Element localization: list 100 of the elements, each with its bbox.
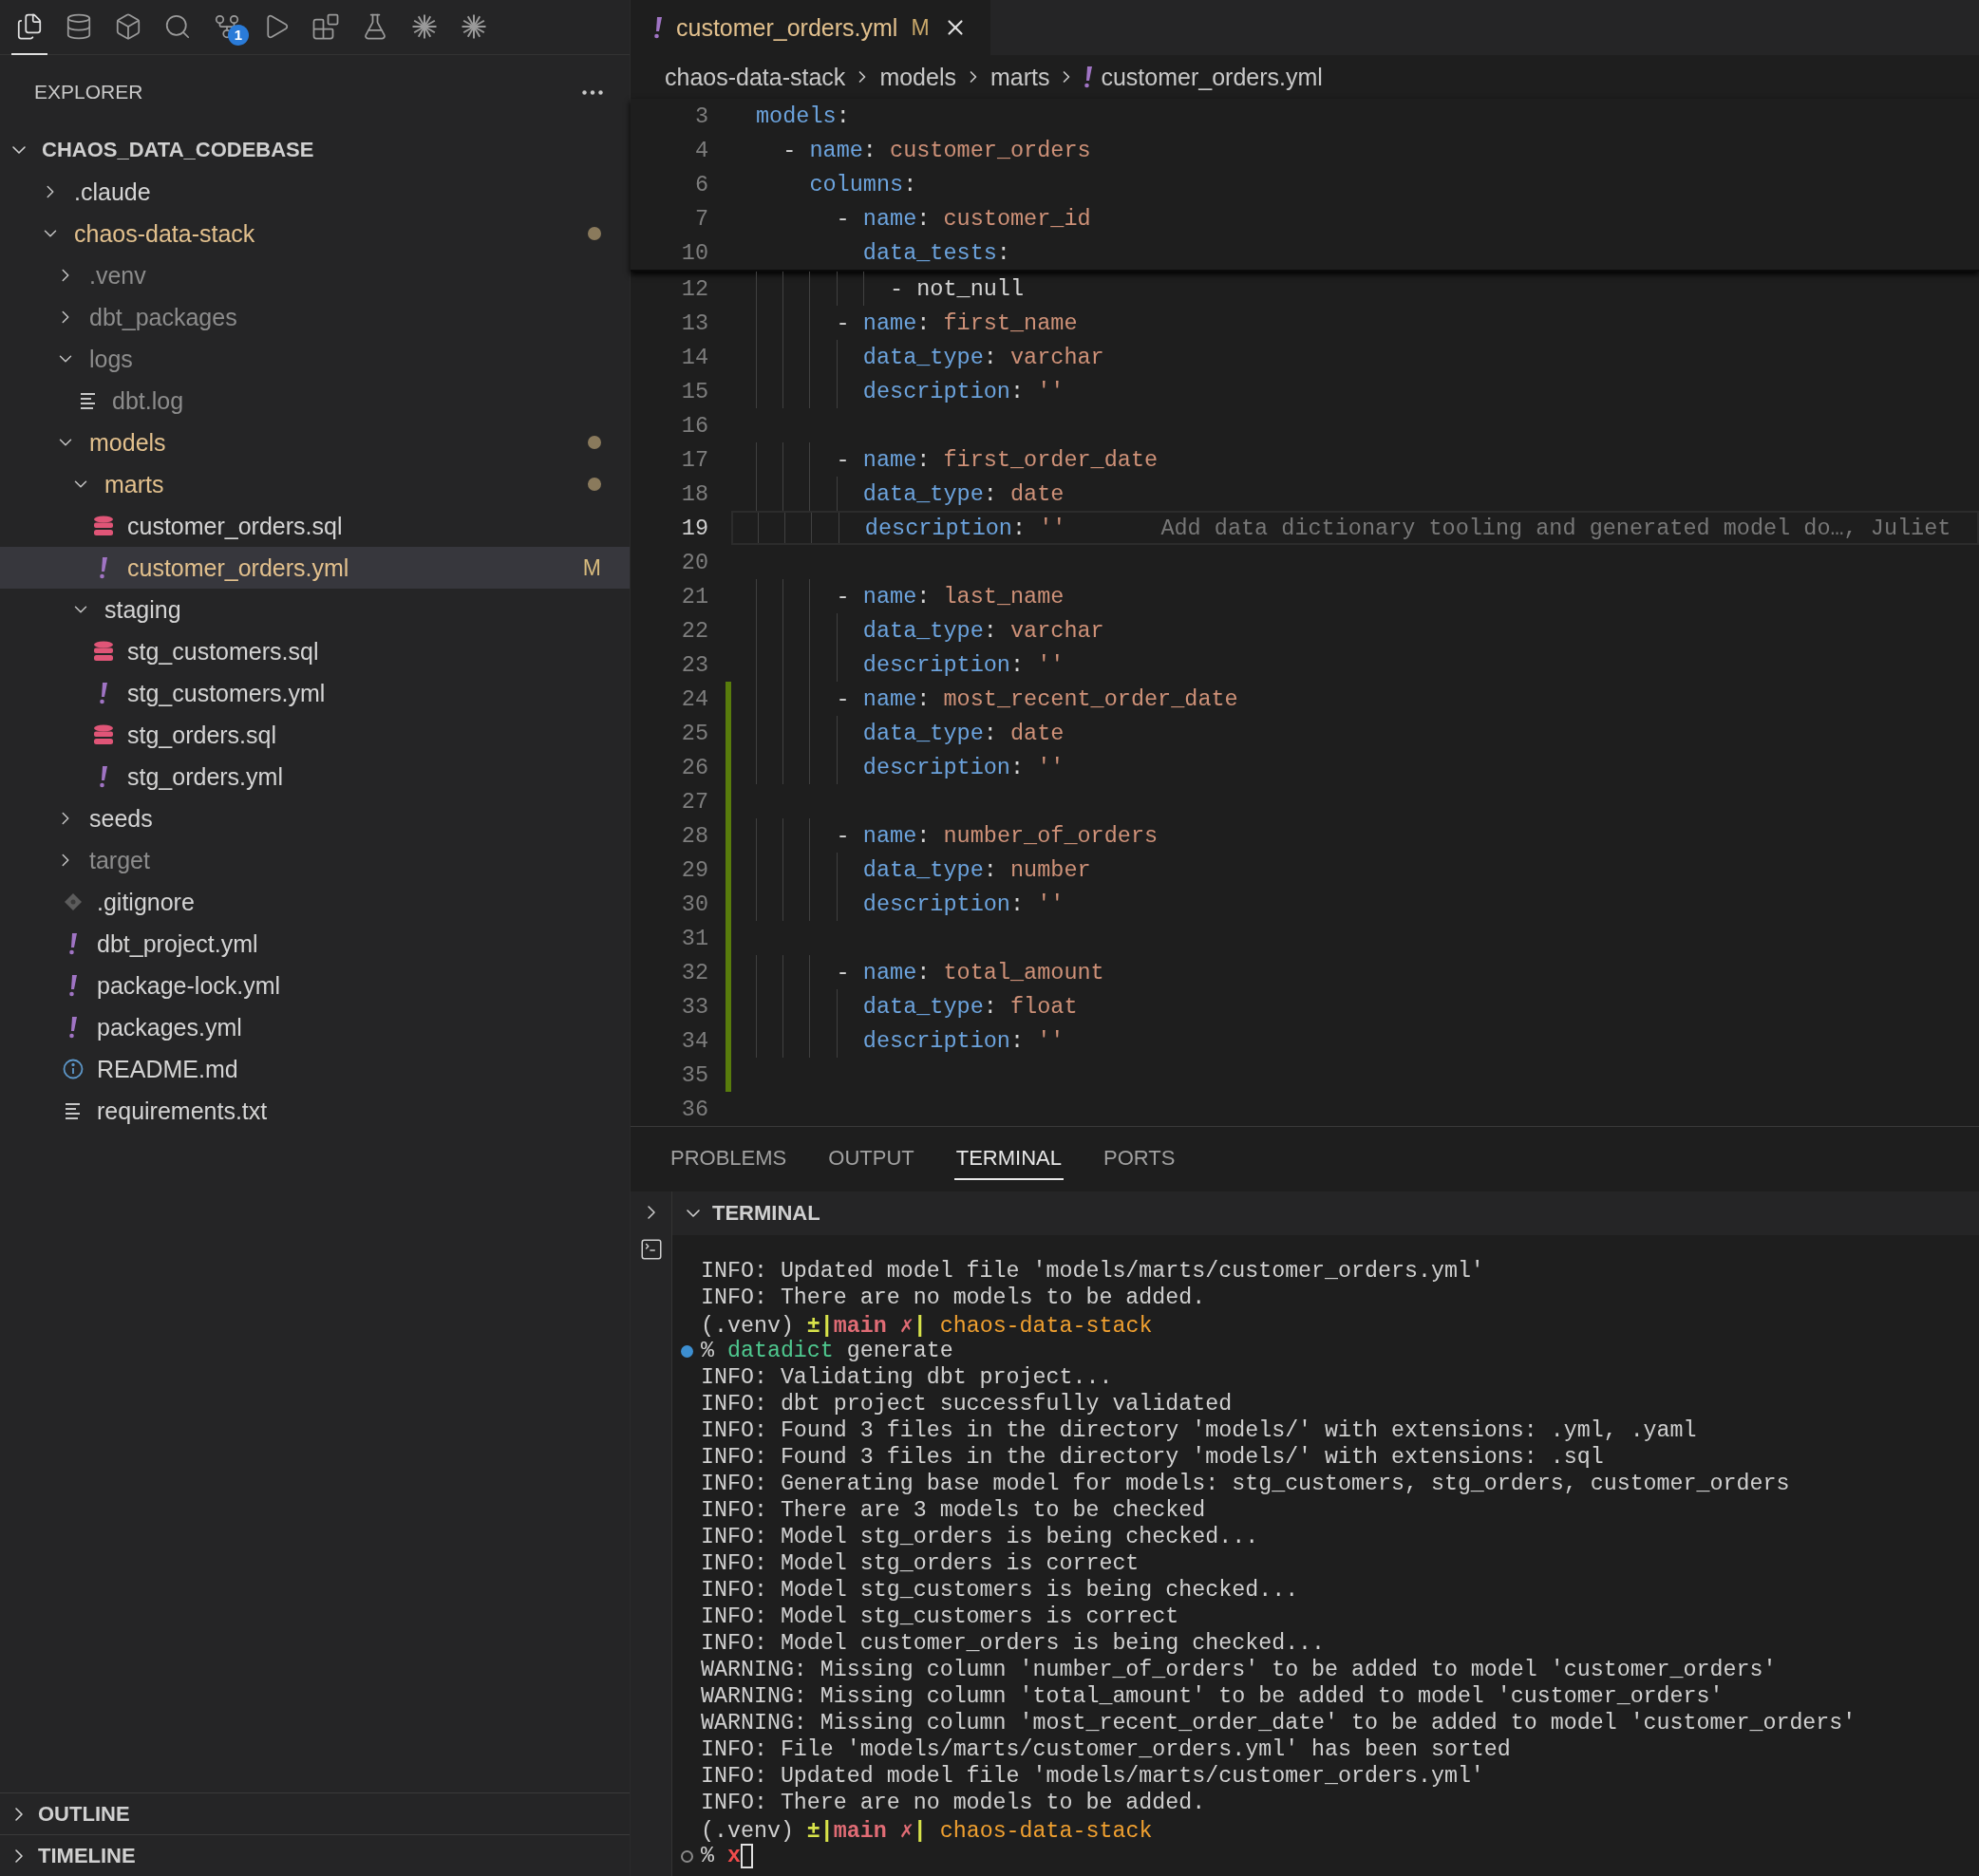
modified-dot: [588, 436, 601, 449]
code-line: data_tests:: [861, 239, 1010, 266]
line-number: 20: [680, 549, 708, 575]
line-number: 26: [680, 754, 708, 780]
folder-item[interactable]: seeds: [0, 797, 630, 839]
file-item[interactable]: .gitignore: [0, 881, 630, 923]
panel-tab[interactable]: PROBLEMS: [669, 1138, 789, 1180]
folder-item[interactable]: marts: [0, 463, 630, 505]
terminal-line: WARNING: Missing column 'number_of_orders' to be added to model 'customer_orders': [701, 1658, 1777, 1682]
code-line: data_type: float: [861, 993, 1078, 1020]
database-icon: [93, 516, 114, 536]
line-number: 14: [680, 344, 708, 370]
code-line: data_type: varchar: [861, 344, 1104, 370]
line-number: 22: [680, 617, 708, 644]
folder-item[interactable]: logs: [0, 338, 630, 380]
code-line: description: '': [863, 515, 1066, 541]
database-icon: [65, 11, 93, 41]
file-item[interactable]: stg_orders.sql: [0, 714, 630, 756]
diamond-icon: [64, 892, 83, 911]
editor-tab[interactable]: customer_orders.yml M: [631, 0, 990, 55]
terminal-line: % datadict generate: [701, 1339, 953, 1363]
command-status-dot: [680, 1849, 693, 1863]
code-line: - name: customer_id: [835, 205, 1091, 232]
code-line: data_type: date: [861, 480, 1065, 507]
terminal-line: INFO: Found 3 files in the directory 'models/' with extensions: .yml, .yaml: [701, 1418, 1697, 1443]
file-item[interactable]: stg_customers.sql: [0, 630, 630, 672]
terminal-line: INFO: Generating base model for models: stg_customers, stg_orders, customer_orders: [701, 1472, 1790, 1496]
line-number: 33: [680, 993, 708, 1020]
workspace-header[interactable]: CHAOS_DATA_CODEBASE: [0, 129, 630, 171]
terminal-line: INFO: File 'models/marts/customer_orders.yml' has been sorted: [701, 1737, 1511, 1762]
file-item[interactable]: customer_orders.sql: [0, 505, 630, 547]
breadcrumb-item[interactable]: customer_orders.yml: [1101, 63, 1323, 91]
exclamation-icon: [653, 16, 663, 39]
database-icon: [93, 641, 114, 662]
code-line: - not_null: [889, 275, 1025, 302]
lines-icon: [81, 392, 96, 409]
terminal-line: INFO: There are no models to be added.: [701, 1791, 1206, 1815]
exclamation-icon: [99, 765, 108, 788]
code-line: - name: last_name: [835, 583, 1065, 610]
line-number: 32: [680, 959, 708, 985]
folder-item[interactable]: models: [0, 422, 630, 463]
code-line: - name: first_order_date: [835, 446, 1159, 473]
terminal-line: INFO: Found 3 files in the directory 'models/' with extensions: .sql: [701, 1445, 1604, 1470]
terminal-line: INFO: There are no models to be added.: [701, 1285, 1206, 1310]
exclamation-icon: [1084, 66, 1094, 88]
folder-item[interactable]: .venv: [0, 254, 630, 296]
terminal-header[interactable]: TERMINAL: [672, 1191, 1979, 1235]
terminal-line: (.venv) ±|main ✗| chaos-data-stack: [701, 1312, 1153, 1339]
blame-annotation: Add data dictionary tooling and generated model do…, Juliet: [1160, 515, 1951, 541]
file-item[interactable]: dbt_project.yml: [0, 923, 630, 965]
breadcrumb-item[interactable]: marts: [990, 63, 1050, 91]
terminal-line: WARNING: Missing column 'total_amount' to be added to model 'customer_orders': [701, 1684, 1724, 1709]
line-number: 31: [680, 925, 708, 951]
folder-item[interactable]: dbt_packages: [0, 296, 630, 338]
line-number: 13: [680, 310, 708, 336]
file-item[interactable]: customer_orders.yml M: [0, 547, 630, 589]
folder-item[interactable]: chaos-data-stack: [0, 213, 630, 254]
file-item[interactable]: package-lock.yml: [0, 965, 630, 1006]
code-line: description: '': [861, 891, 1065, 917]
extensions-icon: [311, 11, 340, 41]
panel-tab[interactable]: OUTPUT: [826, 1138, 916, 1180]
line-number: 18: [680, 480, 708, 507]
terminal-line: INFO: Model stg_orders is correct: [701, 1551, 1140, 1576]
file-item[interactable]: README.md: [0, 1048, 630, 1090]
file-item[interactable]: dbt.log: [0, 380, 630, 422]
folder-item[interactable]: .claude: [0, 171, 630, 213]
exclamation-icon: [68, 932, 78, 955]
code-line: - name: most_recent_order_date: [835, 685, 1238, 712]
code-line: columns:: [808, 171, 917, 197]
git-status-label: M: [582, 554, 601, 581]
line-number: 12: [680, 275, 708, 302]
breadcrumb-item[interactable]: chaos-data-stack: [665, 63, 846, 91]
breadcrumb-item[interactable]: models: [879, 63, 956, 91]
panel-tab[interactable]: TERMINAL: [953, 1138, 1064, 1180]
file-item[interactable]: stg_customers.yml: [0, 672, 630, 714]
folder-item[interactable]: target: [0, 839, 630, 881]
file-item[interactable]: stg_orders.yml: [0, 756, 630, 797]
panel-tab[interactable]: PORTS: [1101, 1138, 1178, 1180]
terminal-icon[interactable]: [638, 1237, 664, 1262]
line-number: 16: [680, 412, 708, 439]
folder-item[interactable]: staging: [0, 589, 630, 630]
git-status-label: M: [911, 14, 930, 41]
terminal-line: INFO: Updated model file 'models/marts/customer_orders.yml': [701, 1259, 1484, 1284]
line-number: 28: [680, 822, 708, 849]
more-actions-button[interactable]: [582, 89, 603, 95]
code-line: - name: first_name: [835, 310, 1078, 336]
code-line: description: '': [861, 378, 1065, 404]
info-icon: [63, 1059, 84, 1079]
file-item[interactable]: requirements.txt: [0, 1090, 630, 1132]
ellipsis-icon: [582, 89, 603, 95]
exclamation-icon: [99, 682, 108, 704]
line-number: 24: [680, 685, 708, 712]
line-number: 30: [680, 891, 708, 917]
notification-badge: 1: [228, 24, 249, 46]
code-line: - name: total_amount: [835, 959, 1104, 985]
code-line: description: '': [861, 754, 1065, 780]
code-line: description: '': [861, 1027, 1065, 1054]
code-line: - name: customer_orders: [782, 137, 1091, 163]
file-item[interactable]: packages.yml: [0, 1006, 630, 1048]
line-number: 36: [680, 1096, 708, 1122]
